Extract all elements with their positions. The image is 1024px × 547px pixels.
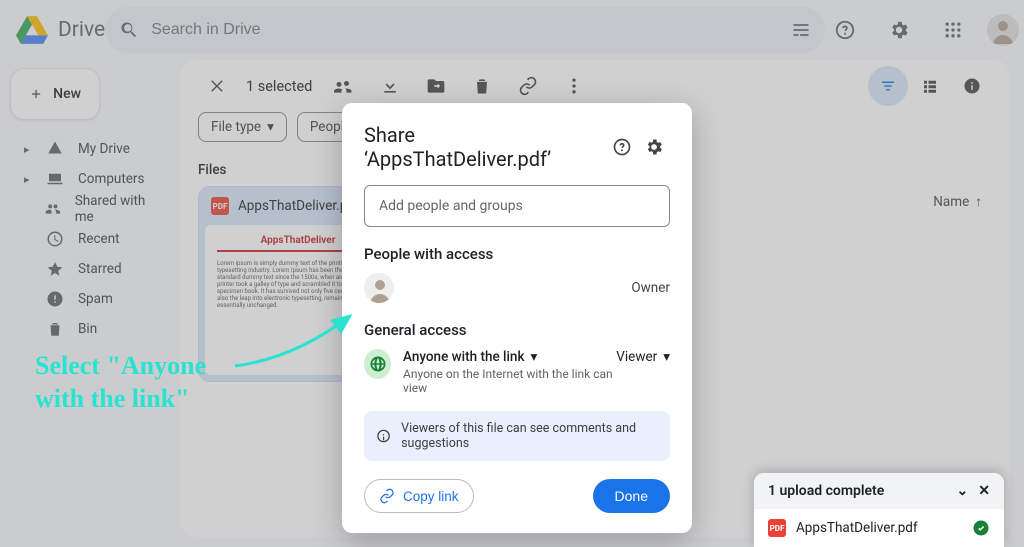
- chevron-down-icon: ▾: [531, 349, 538, 365]
- help-icon[interactable]: [825, 10, 865, 50]
- trash-icon: [46, 320, 64, 338]
- sidebar-item-computers[interactable]: ▸Computers: [10, 164, 170, 194]
- arrow-up-icon: ↑: [975, 194, 982, 210]
- drive-folder-icon: [46, 140, 64, 158]
- download-icon[interactable]: [370, 66, 410, 106]
- sidebar-item-label: Shared with me: [75, 193, 156, 225]
- account-avatar[interactable]: [987, 14, 1019, 46]
- sidebar-item-my-drive[interactable]: ▸My Drive: [10, 134, 170, 164]
- sidebar-item-starred[interactable]: Starred: [10, 254, 170, 284]
- role-dropdown[interactable]: Viewer ▾: [616, 349, 670, 365]
- upload-toast: 1 upload complete ⌄ ✕ PDF AppsThatDelive…: [754, 473, 1004, 547]
- people-icon: [45, 200, 61, 218]
- done-label: Done: [615, 488, 648, 504]
- share-dialog: Share ‘AppsThatDeliver.pdf’ Add people a…: [342, 103, 692, 533]
- clock-icon: [46, 230, 64, 248]
- annotation-text: Select "Anyone with the link": [35, 350, 206, 415]
- settings-icon[interactable]: [879, 10, 919, 50]
- people-access-heading: People with access: [364, 245, 670, 263]
- globe-icon: [364, 349, 391, 379]
- drive-logo[interactable]: Drive: [16, 16, 105, 44]
- chevron-down-icon: ▾: [663, 349, 670, 365]
- header-actions: [825, 10, 1019, 50]
- search-bar[interactable]: [105, 7, 825, 53]
- sidebar-item-label: Computers: [78, 171, 144, 187]
- laptop-icon: [46, 170, 64, 188]
- link-icon[interactable]: [508, 66, 548, 106]
- done-button[interactable]: Done: [593, 479, 670, 513]
- add-people-input[interactable]: Add people and groups: [364, 185, 670, 227]
- selection-count: 1 selected: [246, 78, 312, 95]
- plus-icon: [29, 83, 43, 105]
- check-icon: [972, 519, 990, 537]
- sidebar: New ▸My Drive ▸Computers Shared with me …: [0, 60, 180, 352]
- sidebar-item-bin[interactable]: Bin: [10, 314, 170, 344]
- sidebar-item-label: My Drive: [78, 141, 130, 157]
- owner-avatar: [364, 273, 394, 303]
- details-icon[interactable]: [952, 66, 992, 106]
- banner-text: Viewers of this file can see comments an…: [401, 421, 658, 451]
- dialog-title: Share ‘AppsThatDeliver.pdf’: [364, 123, 606, 171]
- app-name: Drive: [58, 18, 105, 42]
- info-icon: [376, 427, 391, 445]
- drive-logo-icon: [16, 16, 48, 44]
- more-icon[interactable]: [554, 66, 594, 106]
- access-level-label: Anyone with the link: [403, 349, 524, 365]
- sidebar-item-recent[interactable]: Recent: [10, 224, 170, 254]
- access-level-description: Anyone on the Internet with the link can…: [403, 367, 616, 395]
- search-icon: [119, 20, 139, 40]
- sort-by-name[interactable]: Name ↑: [933, 194, 982, 210]
- general-access-row: Anyone with the link ▾ Anyone on the Inte…: [364, 349, 670, 395]
- chevron-down-icon: ▾: [267, 119, 274, 135]
- pdf-icon: PDF: [768, 519, 786, 537]
- sidebar-item-label: Recent: [78, 231, 120, 247]
- new-button-label: New: [53, 86, 81, 102]
- clear-selection-icon[interactable]: [198, 66, 238, 106]
- link-icon: [379, 488, 395, 504]
- toast-file-row[interactable]: PDF AppsThatDeliver.pdf: [754, 509, 1004, 547]
- copy-link-button[interactable]: Copy link: [364, 479, 474, 513]
- role-label: Viewer: [616, 349, 657, 365]
- placeholder-text: Add people and groups: [379, 198, 523, 214]
- move-icon[interactable]: [416, 66, 456, 106]
- chip-file-type[interactable]: File type ▾: [198, 112, 287, 142]
- dialog-settings-icon[interactable]: [638, 131, 670, 163]
- spam-icon: [46, 290, 64, 308]
- chip-label: File type: [211, 119, 261, 135]
- toast-file-name: AppsThatDeliver.pdf: [796, 520, 918, 536]
- search-input[interactable]: [151, 21, 791, 39]
- owner-role: Owner: [631, 280, 670, 296]
- new-button[interactable]: New: [10, 68, 100, 120]
- apps-grid-icon[interactable]: [933, 10, 973, 50]
- star-icon: [46, 260, 64, 278]
- toast-collapse-icon[interactable]: ⌄: [957, 483, 969, 499]
- general-access-heading: General access: [364, 321, 670, 339]
- owner-row: Owner: [364, 273, 670, 303]
- info-banner: Viewers of this file can see comments an…: [364, 411, 670, 461]
- app-header: Drive: [0, 0, 1024, 60]
- dialog-help-icon[interactable]: [606, 131, 638, 163]
- annotation-line: Select "Anyone: [35, 350, 206, 383]
- search-options-icon[interactable]: [791, 20, 811, 40]
- copy-link-label: Copy link: [403, 489, 459, 504]
- sidebar-item-spam[interactable]: Spam: [10, 284, 170, 314]
- pdf-icon: PDF: [211, 197, 229, 215]
- sidebar-item-label: Starred: [78, 261, 122, 277]
- sort-label: Name: [933, 194, 969, 210]
- delete-icon[interactable]: [462, 66, 502, 106]
- view-list-icon[interactable]: [910, 66, 950, 106]
- sidebar-item-label: Spam: [78, 291, 113, 307]
- sidebar-item-label: Bin: [78, 321, 97, 337]
- annotation-line: with the link": [35, 383, 206, 416]
- sidebar-item-shared[interactable]: Shared with me: [10, 194, 170, 224]
- filter-icon[interactable]: [868, 66, 908, 106]
- toast-close-icon[interactable]: ✕: [978, 483, 990, 499]
- share-icon[interactable]: [324, 66, 364, 106]
- toast-title: 1 upload complete: [768, 483, 884, 499]
- access-level-dropdown[interactable]: Anyone with the link ▾: [403, 349, 616, 365]
